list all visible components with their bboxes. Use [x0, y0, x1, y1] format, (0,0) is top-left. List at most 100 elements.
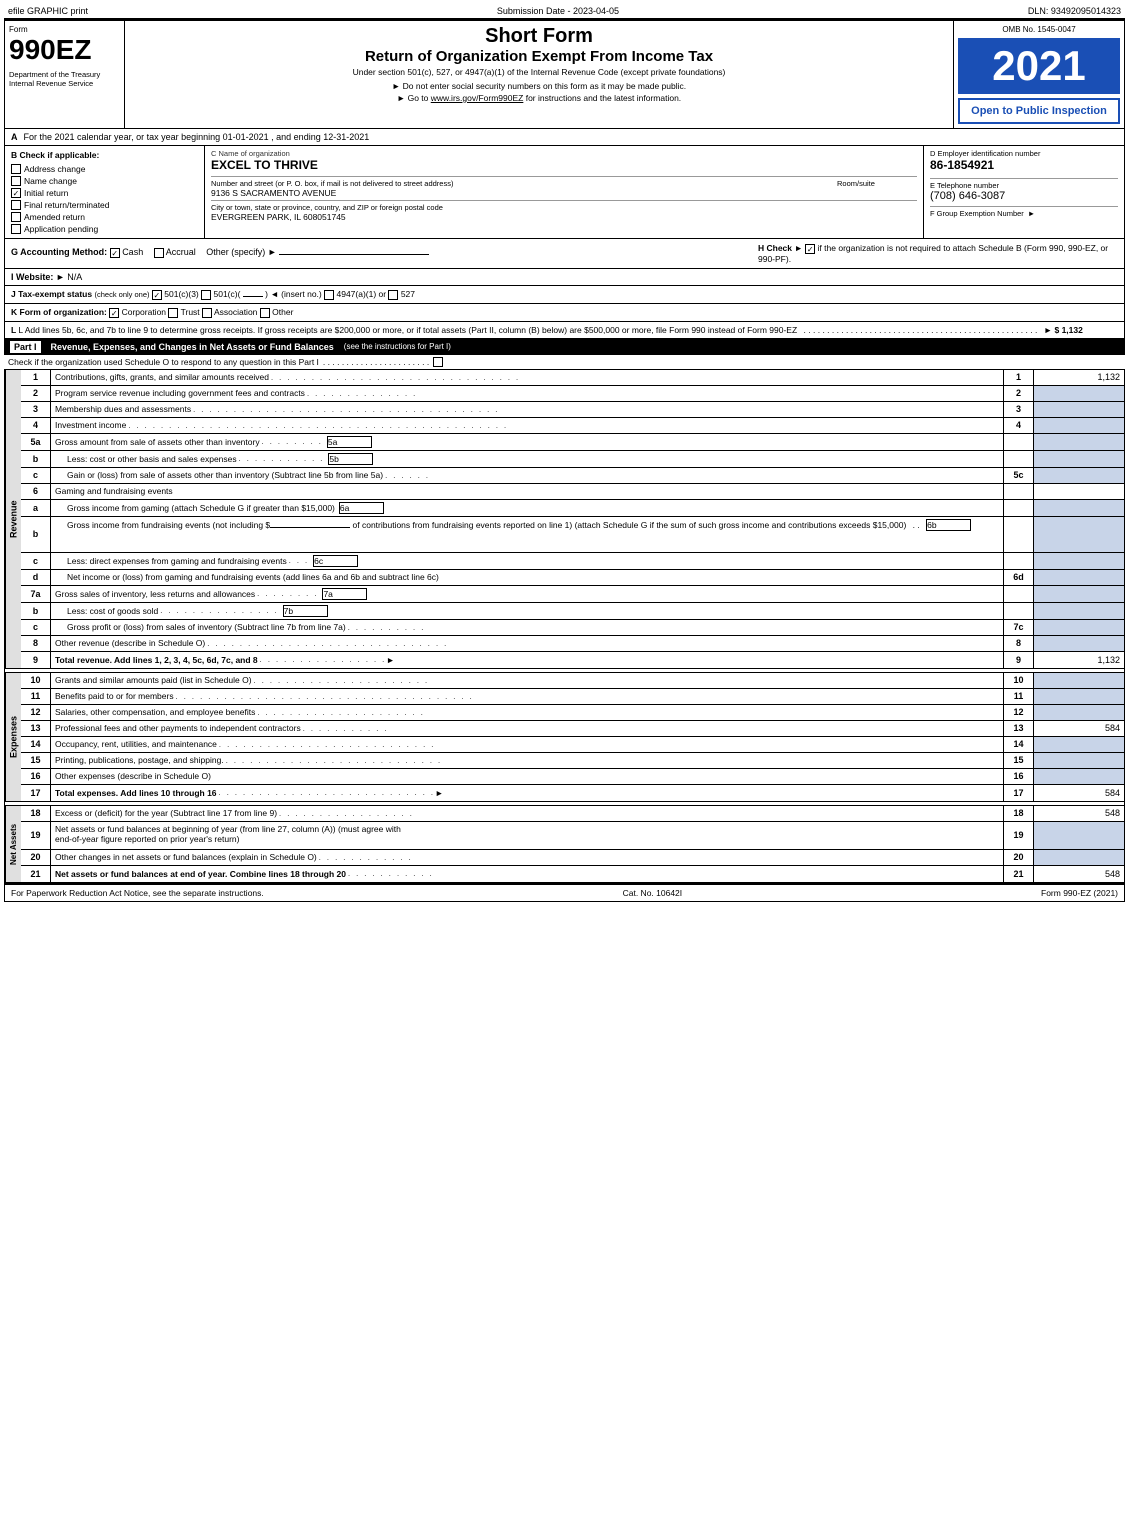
expenses-section: Expenses 10 Grants and similar amounts p… [4, 673, 1125, 802]
table-row: b Less: cost of goods sold . . . . . . .… [21, 603, 1124, 620]
check-address-change: Address change [11, 164, 198, 174]
city-value: EVERGREEN PARK, IL 608051745 [211, 212, 917, 222]
row-val: 584 [1034, 785, 1124, 801]
final-return-label: Final return/terminated [24, 200, 110, 210]
row-inline-box: 5a [327, 436, 372, 448]
row-val [1034, 705, 1124, 720]
amended-return-checkbox[interactable] [11, 212, 21, 222]
table-row: 16 Other expenses (describe in Schedule … [21, 769, 1124, 785]
row-val [1034, 517, 1124, 552]
open-to-public: Open to Public Inspection [958, 98, 1120, 124]
footer-left: For Paperwork Reduction Act Notice, see … [11, 888, 264, 898]
row-num: a [21, 500, 51, 516]
part1-check-box[interactable] [433, 357, 443, 367]
check-initial-return: Initial return [11, 188, 198, 198]
row-num: 15 [21, 753, 51, 768]
net-assets-side-label: Net Assets [5, 806, 21, 882]
k-assoc-checkbox[interactable] [202, 308, 212, 318]
footer-center: Cat. No. 10642I [623, 888, 683, 898]
row-desc: Salaries, other compensation, and employ… [51, 705, 1004, 720]
row-val: 1,132 [1034, 652, 1124, 668]
tax-insert-input[interactable] [243, 296, 263, 297]
h-block: H Check ► ✓ if the organization is not r… [758, 243, 1118, 264]
row-ref [1004, 553, 1034, 569]
tax-4947-label: 4947(a)(1) or [336, 289, 388, 299]
row-num: 12 [21, 705, 51, 720]
l-section: L L Add lines 5b, 6c, and 7b to line 9 t… [4, 322, 1125, 339]
row-desc: Gross amount from sale of assets other t… [51, 434, 1004, 450]
row-ref: 6d [1004, 570, 1034, 585]
tax-4947: 4947(a)(1) or [324, 289, 388, 299]
check-app-pending: Application pending [11, 224, 198, 234]
l-text: L Add lines 5b, 6c, and 7b to line 9 to … [18, 325, 797, 335]
tax-501c3-checkbox[interactable]: ✓ [152, 290, 162, 300]
part1-header: Part I Revenue, Expenses, and Changes in… [4, 339, 1125, 355]
cash-checkbox[interactable]: ✓ [110, 248, 120, 258]
initial-return-checkbox[interactable] [11, 188, 21, 198]
g-block: G Accounting Method: ✓ Cash Accrual Othe… [11, 243, 758, 264]
table-row: 15 Printing, publications, postage, and … [21, 753, 1124, 769]
table-row: b Less: cost or other basis and sales ex… [21, 451, 1124, 468]
row-num: b [21, 451, 51, 467]
tax-501c-checkbox[interactable] [201, 290, 211, 300]
table-row: 3 Membership dues and assessments . . . … [21, 402, 1124, 418]
table-row: 18 Excess or (deficit) for the year (Sub… [21, 806, 1124, 822]
part1-check-dots: . . . . . . . . . . . . . . . . . . . . … [323, 357, 429, 367]
row-desc: Professional fees and other payments to … [51, 721, 1004, 736]
app-pending-checkbox[interactable] [11, 224, 21, 234]
name-change-checkbox[interactable] [11, 176, 21, 186]
net-assets-section: Net Assets 18 Excess or (deficit) for th… [4, 806, 1125, 883]
table-row: 12 Salaries, other compensation, and emp… [21, 705, 1124, 721]
tax-4947-checkbox[interactable] [324, 290, 334, 300]
row-desc: Net assets or fund balances at end of ye… [51, 866, 1004, 882]
address-change-checkbox[interactable] [11, 164, 21, 174]
table-row: c Gain or (loss) from sale of assets oth… [21, 468, 1124, 484]
tax-501c3: ✓ 501(c)(3) [152, 289, 201, 299]
address-field: Number and street (or P. O. box, if mail… [211, 179, 827, 198]
h-label: H Check ► [758, 243, 803, 253]
accrual-check: Accrual [154, 247, 199, 257]
row-desc: Gross sales of inventory, less returns a… [51, 586, 1004, 602]
tax-527-checkbox[interactable] [388, 290, 398, 300]
row-ref: 13 [1004, 721, 1034, 736]
final-return-checkbox[interactable] [11, 200, 21, 210]
row-desc: Total revenue. Add lines 1, 2, 3, 4, 5c,… [51, 652, 1004, 668]
row-ref: 15 [1004, 753, 1034, 768]
accrual-checkbox[interactable] [154, 248, 164, 258]
form-title2: Return of Organization Exempt From Incom… [129, 48, 949, 65]
efile-label: efile GRAPHIC print [8, 6, 88, 16]
k-trust-checkbox[interactable] [168, 308, 178, 318]
row-val [1034, 451, 1124, 467]
other-input[interactable] [279, 243, 429, 255]
row-desc: Occupancy, rent, utilities, and maintena… [51, 737, 1004, 752]
row-num: 10 [21, 673, 51, 688]
org-address-row: Number and street (or P. O. box, if mail… [211, 176, 917, 198]
row-val [1034, 586, 1124, 602]
org-info-block: C Name of organization EXCEL TO THRIVE N… [205, 146, 924, 238]
org-name: EXCEL TO THRIVE [211, 158, 917, 172]
form-number: 990EZ [9, 36, 120, 64]
row-ref [1004, 434, 1034, 450]
table-row: 4 Investment income . . . . . . . . . . … [21, 418, 1124, 434]
ein-number: 86-1854921 [930, 158, 1118, 172]
check-applicable-block: B Check if applicable: Address change Na… [5, 146, 205, 238]
address-change-label: Address change [24, 164, 85, 174]
row-val [1034, 484, 1124, 499]
check-amended-return: Amended return [11, 212, 198, 222]
row-val [1034, 434, 1124, 450]
row-ref: 1 [1004, 370, 1034, 385]
table-row: c Less: direct expenses from gaming and … [21, 553, 1124, 570]
part1-note: (see the instructions for Part I) [344, 342, 451, 351]
irs-link[interactable]: www.irs.gov/Form990EZ [431, 93, 524, 103]
group-arrow: ► [1028, 209, 1035, 218]
k-other-checkbox[interactable] [260, 308, 270, 318]
g-label: G Accounting Method: [11, 247, 107, 257]
row-val [1034, 689, 1124, 704]
k-association: Association [202, 307, 260, 317]
row-val [1034, 500, 1124, 516]
h-checkbox[interactable]: ✓ [805, 244, 815, 254]
row-ref: 10 [1004, 673, 1034, 688]
table-row: 1 Contributions, gifts, grants, and simi… [21, 370, 1124, 386]
org-city-row: City or town, state or province, country… [211, 200, 917, 222]
k-corp-checkbox[interactable]: ✓ [109, 308, 119, 318]
